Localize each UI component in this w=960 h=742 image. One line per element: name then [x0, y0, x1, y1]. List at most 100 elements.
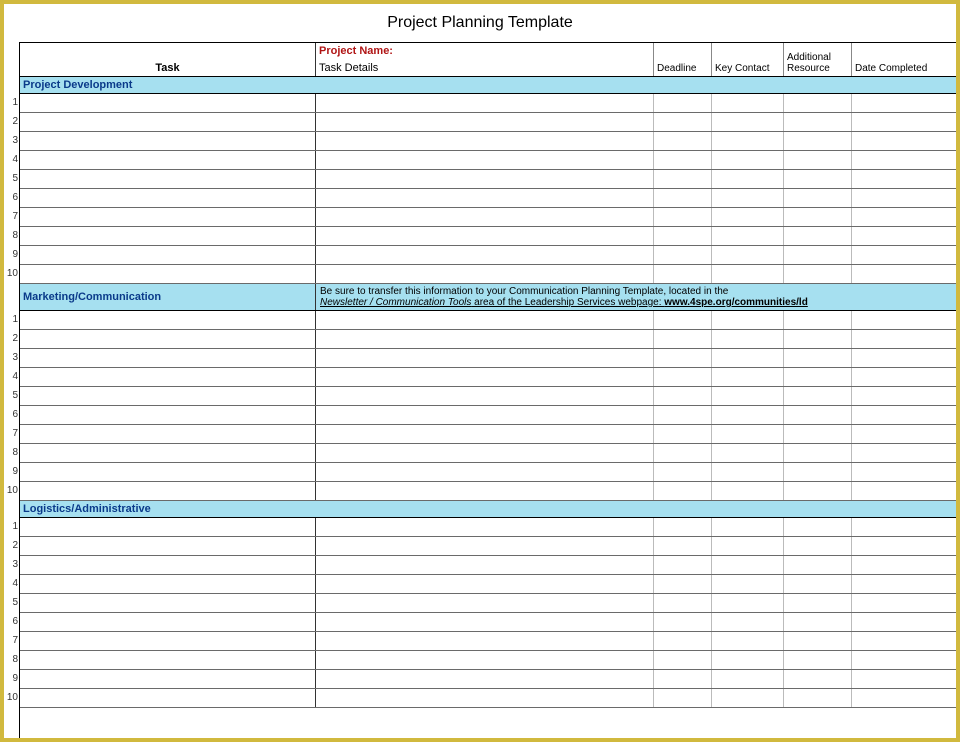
cell[interactable] — [316, 537, 654, 555]
cell[interactable] — [712, 246, 784, 264]
table-row[interactable] — [20, 556, 956, 575]
cell[interactable] — [852, 518, 956, 536]
cell[interactable] — [852, 670, 956, 688]
cell[interactable] — [654, 425, 712, 443]
table-row[interactable] — [20, 349, 956, 368]
cell[interactable] — [20, 208, 316, 226]
cell[interactable] — [712, 651, 784, 669]
cell[interactable] — [784, 208, 852, 226]
table-row[interactable] — [20, 482, 956, 501]
cell[interactable] — [712, 170, 784, 188]
cell[interactable] — [654, 368, 712, 386]
cell[interactable] — [654, 113, 712, 131]
cell[interactable] — [852, 113, 956, 131]
cell[interactable] — [784, 330, 852, 348]
cell[interactable] — [316, 246, 654, 264]
cell[interactable] — [852, 265, 956, 283]
table-row[interactable] — [20, 170, 956, 189]
table-row[interactable] — [20, 670, 956, 689]
cell[interactable] — [712, 406, 784, 424]
cell[interactable] — [654, 670, 712, 688]
cell[interactable] — [712, 613, 784, 631]
cell[interactable] — [784, 556, 852, 574]
cell[interactable] — [712, 575, 784, 593]
cell[interactable] — [654, 575, 712, 593]
cell[interactable] — [316, 463, 654, 481]
cell[interactable] — [20, 556, 316, 574]
table-row[interactable] — [20, 227, 956, 246]
cell[interactable] — [654, 594, 712, 612]
cell[interactable] — [784, 482, 852, 500]
cell[interactable] — [20, 387, 316, 405]
cell[interactable] — [20, 482, 316, 500]
cell[interactable] — [784, 132, 852, 150]
cell[interactable] — [852, 189, 956, 207]
cell[interactable] — [852, 349, 956, 367]
cell[interactable] — [852, 151, 956, 169]
cell[interactable] — [712, 556, 784, 574]
cell[interactable] — [712, 368, 784, 386]
cell[interactable] — [20, 311, 316, 329]
table-row[interactable] — [20, 444, 956, 463]
cell[interactable] — [316, 368, 654, 386]
cell[interactable] — [784, 265, 852, 283]
cell[interactable] — [852, 368, 956, 386]
cell[interactable] — [316, 311, 654, 329]
table-row[interactable] — [20, 425, 956, 444]
cell[interactable] — [784, 368, 852, 386]
section-note-link[interactable]: www.4spe.org/communities/ld — [664, 297, 808, 308]
cell[interactable] — [20, 265, 316, 283]
cell[interactable] — [712, 482, 784, 500]
cell[interactable] — [784, 670, 852, 688]
cell[interactable] — [852, 227, 956, 245]
cell[interactable] — [712, 227, 784, 245]
cell[interactable] — [784, 113, 852, 131]
cell[interactable] — [784, 444, 852, 462]
cell[interactable] — [654, 651, 712, 669]
cell[interactable] — [654, 613, 712, 631]
cell[interactable] — [712, 151, 784, 169]
cell[interactable] — [784, 349, 852, 367]
cell[interactable] — [852, 613, 956, 631]
cell[interactable] — [654, 208, 712, 226]
cell[interactable] — [712, 311, 784, 329]
cell[interactable] — [654, 537, 712, 555]
cell[interactable] — [20, 689, 316, 707]
cell[interactable] — [784, 575, 852, 593]
table-row[interactable] — [20, 265, 956, 284]
cell[interactable] — [712, 94, 784, 112]
cell[interactable] — [712, 330, 784, 348]
cell[interactable] — [852, 482, 956, 500]
cell[interactable] — [654, 556, 712, 574]
cell[interactable] — [712, 632, 784, 650]
table-row[interactable] — [20, 689, 956, 708]
cell[interactable] — [784, 311, 852, 329]
cell[interactable] — [20, 368, 316, 386]
cell[interactable] — [316, 594, 654, 612]
table-row[interactable] — [20, 518, 956, 537]
cell[interactable] — [20, 132, 316, 150]
table-row[interactable] — [20, 132, 956, 151]
cell[interactable] — [784, 406, 852, 424]
cell[interactable] — [20, 425, 316, 443]
table-row[interactable] — [20, 537, 956, 556]
cell[interactable] — [784, 94, 852, 112]
cell[interactable] — [784, 632, 852, 650]
cell[interactable] — [20, 670, 316, 688]
cell[interactable] — [712, 425, 784, 443]
cell[interactable] — [712, 132, 784, 150]
cell[interactable] — [316, 208, 654, 226]
table-row[interactable] — [20, 94, 956, 113]
cell[interactable] — [654, 170, 712, 188]
cell[interactable] — [654, 189, 712, 207]
cell[interactable] — [784, 151, 852, 169]
cell[interactable] — [316, 349, 654, 367]
cell[interactable] — [316, 613, 654, 631]
cell[interactable] — [654, 632, 712, 650]
cell[interactable] — [784, 463, 852, 481]
cell[interactable] — [20, 170, 316, 188]
cell[interactable] — [712, 189, 784, 207]
cell[interactable] — [852, 170, 956, 188]
cell[interactable] — [852, 246, 956, 264]
cell[interactable] — [654, 265, 712, 283]
